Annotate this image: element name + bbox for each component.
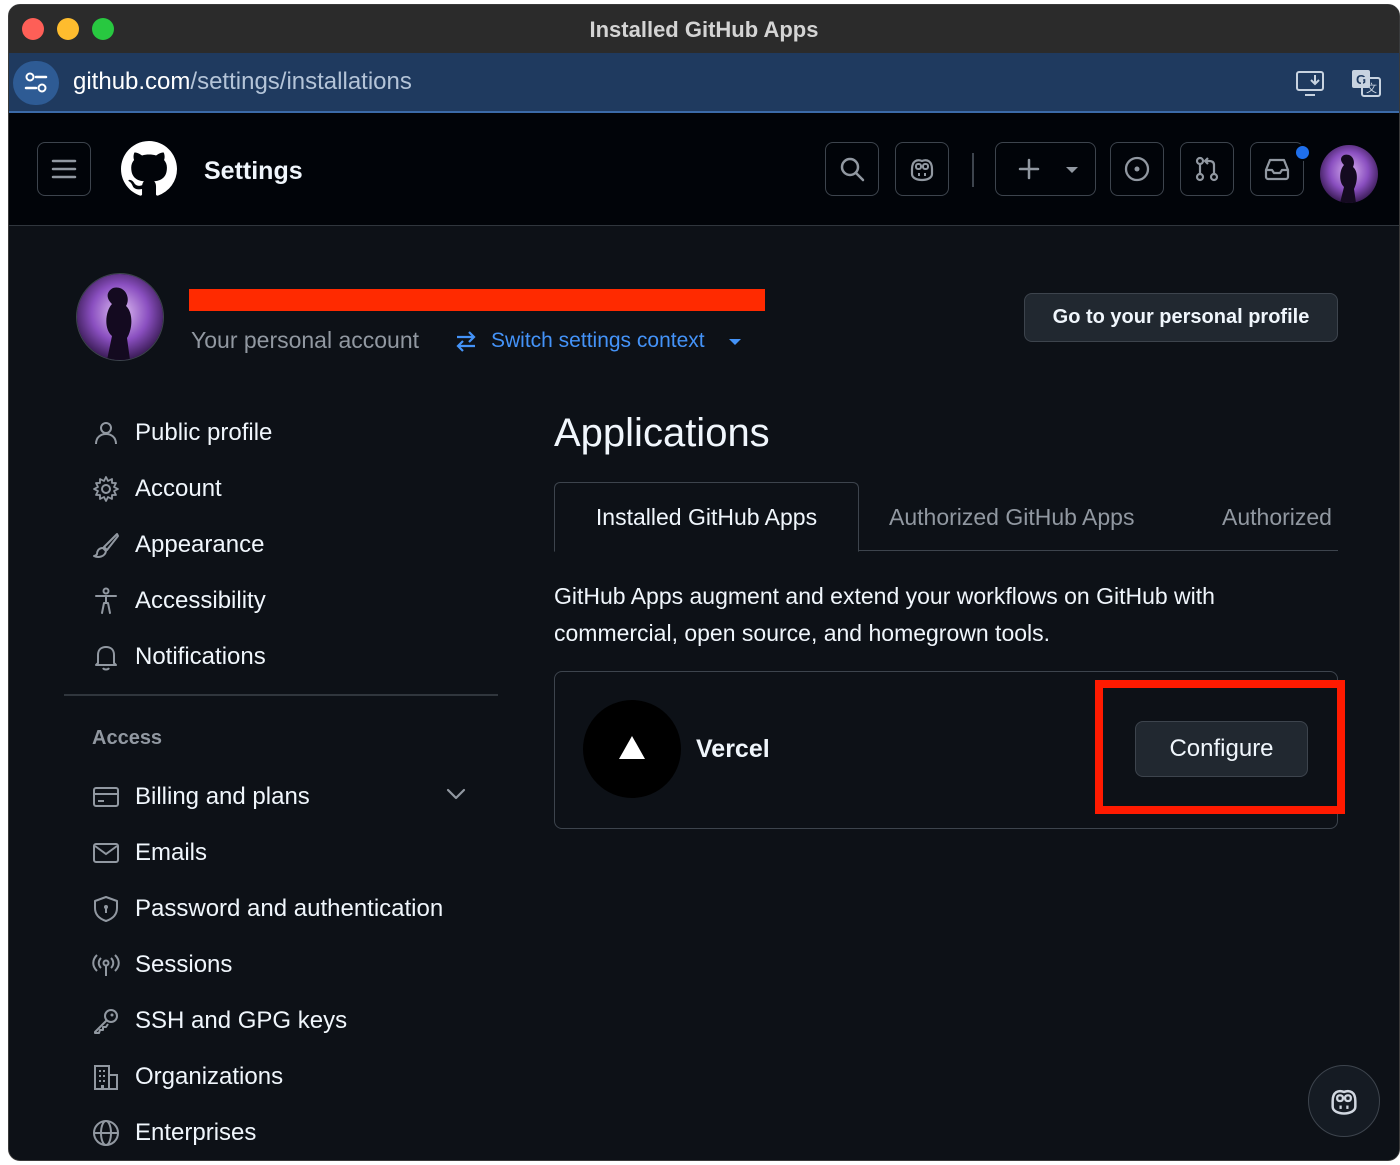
sidebar-item-accessibility[interactable]: Accessibility [89, 579, 489, 623]
sidebar-item-password-authentication[interactable]: Password and authentication [89, 887, 489, 931]
sidebar-item-label: Public profile [135, 419, 273, 446]
sidebar-item-notifications[interactable]: Notifications [89, 635, 489, 679]
app-name[interactable]: Vercel [696, 735, 770, 764]
sidebar-item-label: Password and authentication [135, 895, 444, 922]
caret-down-icon[interactable] [729, 339, 741, 345]
sidebar-section-heading: Access [92, 727, 163, 749]
sidebar-divider [64, 694, 498, 696]
copilot-icon [910, 159, 934, 182]
translate-icon[interactable]: G 文 [1350, 67, 1382, 99]
page-title: Applications [554, 411, 770, 455]
issue-opened-icon [1124, 156, 1150, 182]
key-icon [89, 1004, 123, 1038]
sidebar-item-label: Emails [135, 839, 208, 866]
github-logo-icon[interactable] [121, 141, 177, 197]
copilot-chat-button[interactable] [1308, 1065, 1380, 1137]
page-description: GitHub Apps augment and extend your work… [554, 583, 1215, 646]
sidebar-item-label: Accessibility [135, 587, 266, 614]
sidebar-item-emails[interactable]: Emails [89, 831, 489, 875]
globe-icon [89, 1116, 123, 1150]
user-avatar[interactable] [1320, 145, 1378, 203]
browser-window: Installed GitHub Apps github.com/setting… [8, 4, 1400, 1161]
sidebar-item-label: Notifications [135, 643, 266, 670]
svg-text:文: 文 [1366, 81, 1377, 95]
notification-indicator [1294, 144, 1311, 161]
url-field[interactable]: github.com/settings/installations [73, 68, 412, 96]
inbox-icon [1264, 158, 1290, 181]
search-icon [840, 157, 865, 182]
gear-icon [89, 472, 123, 506]
tab-authorized-oauth-apps-clip: Authorized OAuth Apps [1214, 482, 1338, 552]
redacted-account-name [189, 289, 765, 311]
copilot-button[interactable] [895, 142, 949, 196]
organization-icon [89, 1060, 123, 1094]
pull-requests-button[interactable] [1180, 142, 1234, 196]
broadcast-icon [89, 948, 123, 982]
tab-authorized-github-apps[interactable]: Authorized GitHub Apps [889, 482, 1134, 552]
menu-button[interactable] [37, 142, 91, 196]
address-bar: github.com/settings/installations G 文 [9, 53, 1399, 113]
url-domain: github.com [73, 68, 191, 95]
plus-icon [1018, 158, 1078, 180]
sidebar-item-appearance[interactable]: Appearance [89, 523, 489, 567]
sidebar-item-ssh-gpg-keys[interactable]: SSH and GPG keys [89, 999, 489, 1043]
create-new-button[interactable] [995, 142, 1096, 196]
sidebar-item-label: Account [135, 475, 222, 502]
issues-button[interactable] [1110, 142, 1164, 196]
bell-icon [89, 640, 123, 674]
sidebar-item-enterprises[interactable]: Enterprises [89, 1111, 489, 1155]
sidebar-item-billing[interactable]: Billing and plans [89, 775, 489, 819]
site-settings-icon[interactable] [13, 61, 59, 105]
github-header: Settings [9, 113, 1399, 226]
sidebar-item-label: SSH and GPG keys [135, 1007, 348, 1034]
go-to-profile-button[interactable]: Go to your personal profile [1024, 293, 1338, 342]
chevron-down-icon[interactable] [445, 783, 467, 805]
sidebar-item-label: Appearance [135, 531, 265, 558]
sidebar-item-label: Organizations [135, 1063, 284, 1090]
sidebar-item-label: Billing and plans [135, 783, 310, 810]
sidebar-item-sessions[interactable]: Sessions [89, 943, 489, 987]
accessibility-icon [89, 584, 123, 618]
tab-installed-github-apps[interactable]: Installed GitHub Apps [554, 482, 859, 552]
person-icon [89, 416, 123, 450]
header-title[interactable]: Settings [204, 157, 303, 186]
search-button[interactable] [825, 142, 879, 196]
sidebar-item-label: Enterprises [135, 1119, 257, 1146]
sidebar-item-organizations[interactable]: Organizations [89, 1055, 489, 1099]
copilot-icon [1331, 1089, 1357, 1115]
mail-icon [89, 836, 123, 870]
header-divider [972, 153, 974, 187]
window-titlebar: Installed GitHub Apps [9, 5, 1399, 53]
window-title: Installed GitHub Apps [589, 17, 819, 42]
account-type-label: Your personal account [191, 327, 420, 353]
account-avatar [76, 273, 164, 361]
paintbrush-icon [89, 528, 123, 562]
credit-card-icon [89, 780, 123, 814]
arrow-switch-icon [454, 329, 478, 353]
tab-authorized-oauth-apps[interactable]: Authorized OAuth Apps [1222, 482, 1338, 552]
switch-settings-context-link[interactable]: Switch settings context [491, 329, 705, 353]
shield-icon [89, 892, 123, 926]
hamburger-icon [51, 159, 77, 179]
sidebar-item-account[interactable]: Account [89, 467, 489, 511]
url-path: /settings/installations [190, 68, 412, 95]
settings-content: Your personal account Switch settings co… [9, 226, 1399, 1160]
vercel-logo-icon [583, 700, 681, 798]
install-app-icon[interactable] [1295, 67, 1327, 99]
pull-request-icon [1195, 156, 1219, 182]
sidebar-item-public-profile[interactable]: Public profile [89, 411, 489, 455]
annotation-highlight-box [1095, 680, 1345, 814]
sidebar-item-label: Sessions [135, 951, 233, 978]
